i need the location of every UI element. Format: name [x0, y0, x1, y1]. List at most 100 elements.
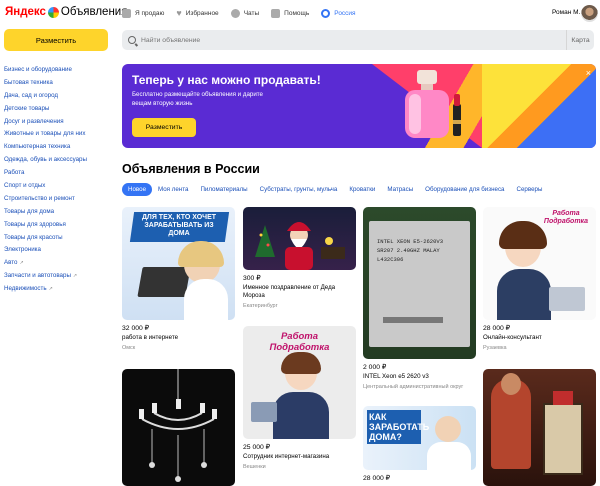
- ad-image: [243, 207, 356, 270]
- ad-title[interactable]: Онлайн-консультант: [483, 334, 596, 342]
- sidebar-item-health[interactable]: Товары для здоровья: [4, 219, 116, 232]
- laptop-shape: [251, 402, 277, 422]
- search-bar: Карта: [122, 30, 594, 50]
- ad-image-text: Работа Подработка: [543, 210, 589, 225]
- category-chips: Новое Моя лента Пиломатериалы Субстраты,…: [122, 183, 548, 196]
- sidebar-item-garden[interactable]: Дача, сад и огород: [4, 90, 116, 103]
- sidebar-item-parts[interactable]: Запчасти и автотовары ↗: [4, 270, 116, 283]
- ad-image-text: КАК ЗАРАБОТАТЬ ДОМА?: [367, 410, 430, 444]
- perfume-bottle: [543, 403, 583, 475]
- perfume-image: [405, 70, 461, 138]
- top-bar: Яндекс Объявления Я продаю ♥ Избранное Ч…: [0, 0, 600, 28]
- external-link-icon: ↗: [72, 273, 78, 280]
- nav-favorites-label: Избранное: [185, 10, 219, 17]
- nav-region-label: Россия: [334, 10, 356, 17]
- sidebar-item-electronics[interactable]: Электроника: [4, 244, 116, 257]
- chip-cribs[interactable]: Кроватки: [343, 183, 381, 196]
- sidebar-item-auto[interactable]: Авто ↗: [4, 257, 116, 270]
- sidebar-item-pets[interactable]: Животные и товары для них: [4, 128, 116, 141]
- chip-lumber[interactable]: Пиломатериалы: [194, 183, 253, 196]
- ad-card[interactable]: INTEL XEON E5-2620V3 SR207 2.40GHZ MALAY…: [363, 207, 476, 390]
- ad-location: Центральный административный округ: [363, 384, 464, 390]
- sidebar-item-home[interactable]: Товары для дома: [4, 206, 116, 219]
- chip-mattresses[interactable]: Матрасы: [381, 183, 419, 196]
- sidebar-item-realty[interactable]: Недвижимость ↗: [4, 283, 116, 296]
- sidebar-item-business[interactable]: Бизнес и оборудование: [4, 64, 116, 77]
- ad-location: Омск: [122, 345, 136, 351]
- banner-place-button[interactable]: Разместить: [132, 118, 196, 137]
- ad-price: 25 000 ₽: [243, 444, 271, 451]
- avatar[interactable]: [581, 5, 598, 22]
- ad-card[interactable]: 300 ₽ Именное поздравление от Деда Мороз…: [243, 207, 356, 309]
- chip-new[interactable]: Новое: [122, 183, 153, 196]
- ad-title[interactable]: работа в интернете: [122, 334, 235, 342]
- ad-location: Рузаевка: [483, 345, 507, 351]
- banner-text: Бесплатно размещайте объявления и дарите…: [132, 91, 263, 107]
- chip-substrates[interactable]: Субстраты, грунты, мульча: [254, 183, 344, 196]
- ad-price: 2 000 ₽: [363, 364, 387, 371]
- nav-chats-label: Чаты: [243, 10, 260, 17]
- laptop-shape: [137, 267, 191, 297]
- perfume-cap: [553, 391, 573, 405]
- ded-moroz-image: [255, 222, 345, 270]
- chip-business-equipment[interactable]: Оборудование для бизнеса: [419, 183, 510, 196]
- chat-icon: [230, 9, 240, 18]
- ad-title[interactable]: Сотрудник интернет-магазина: [243, 453, 356, 461]
- sidebar-item-beauty[interactable]: Товары для красоты: [4, 232, 116, 245]
- person-hair: [281, 352, 321, 374]
- laptop-shape: [549, 287, 585, 311]
- ad-price: 28 000 ₽: [483, 325, 511, 332]
- user-name[interactable]: Роман М.: [552, 9, 580, 16]
- search-icon: [128, 36, 136, 44]
- sidebar-item-kids[interactable]: Детские товары: [4, 103, 116, 116]
- sidebar-item-sport[interactable]: Спорт и отдых: [4, 180, 116, 193]
- ad-title[interactable]: INTEL Xeon e5 2620 v3: [363, 373, 476, 381]
- nav-sell-label: Я продаю: [135, 10, 165, 17]
- sidebar-item-computers[interactable]: Компьютерная техника: [4, 141, 116, 154]
- ad-card[interactable]: Работа Подработка 25 000 ₽ Сотрудник инт…: [243, 326, 356, 470]
- ad-card[interactable]: [122, 369, 235, 486]
- nav-help[interactable]: Помощь: [271, 9, 309, 18]
- ad-title[interactable]: Именное поздравление от Деда Мороза: [243, 284, 356, 300]
- person-body: [497, 269, 551, 320]
- sidebar-item-clothing[interactable]: Одежда, обувь и аксессуары: [4, 154, 116, 167]
- chip-my-feed[interactable]: Моя лента: [152, 183, 194, 196]
- chandelier-image: [139, 369, 217, 482]
- promo-banner: Теперь у нас можно продавать! Бесплатно …: [122, 64, 596, 148]
- ad-image: Работа Подработка: [243, 326, 356, 439]
- sidebar-item-realty-label: Недвижимость: [4, 285, 47, 293]
- sidebar-item-appliances[interactable]: Бытовая техника: [4, 77, 116, 90]
- nav-region[interactable]: Россия: [321, 9, 356, 18]
- heart-icon: ♥: [176, 8, 182, 18]
- external-link-icon: ↗: [19, 260, 24, 267]
- sidebar-item-leisure[interactable]: Досуг и развлечения: [4, 116, 116, 129]
- nav-help-label: Помощь: [284, 10, 310, 17]
- close-icon[interactable]: ×: [586, 68, 591, 78]
- help-icon: [271, 9, 281, 18]
- ad-image: КАК ЗАРАБОТАТЬ ДОМА?: [363, 406, 476, 470]
- sidebar-item-construction[interactable]: Строительство и ремонт: [4, 193, 116, 206]
- nav-favorites[interactable]: ♥ Избранное: [176, 9, 218, 18]
- nav-chats[interactable]: Чаты: [230, 9, 260, 18]
- ad-card[interactable]: Работа Подработка 28 000 ₽ Онлайн-консул…: [483, 207, 596, 351]
- logo[interactable]: Яндекс Объявления: [5, 6, 127, 18]
- sidebar-item-jobs[interactable]: Работа: [4, 167, 116, 180]
- ad-location: Екатеринбург: [243, 303, 278, 309]
- search-input[interactable]: [141, 36, 561, 44]
- place-ad-button[interactable]: Разместить: [4, 29, 108, 51]
- nav-sell[interactable]: Я продаю: [122, 9, 164, 18]
- header-nav: Я продаю ♥ Избранное Чаты Помощь Россия: [122, 9, 356, 18]
- ad-image: Работа Подработка: [483, 207, 596, 320]
- logo-product: Объявления: [60, 6, 128, 18]
- ad-card[interactable]: КАК ЗАРАБОТАТЬ ДОМА? 28 000 ₽: [363, 406, 476, 482]
- ad-card[interactable]: ДЛЯ ТЕХ, КТО ХОЧЕТ ЗАРАБАТЫВАТЬ ИЗ ДОМА …: [122, 207, 235, 351]
- sidebar-item-parts-label: Запчасти и автотовары: [4, 272, 71, 280]
- ad-image-text: Работа Подработка: [269, 331, 330, 353]
- category-sidebar: Бизнес и оборудование Бытовая техника Да…: [4, 64, 116, 296]
- tag-icon: [122, 9, 131, 18]
- person-hair: [178, 241, 224, 267]
- ad-card[interactable]: [483, 369, 596, 486]
- map-button[interactable]: Карта: [566, 30, 594, 50]
- ad-price: 32 000 ₽: [122, 325, 150, 332]
- chip-servers[interactable]: Серверы: [511, 183, 549, 196]
